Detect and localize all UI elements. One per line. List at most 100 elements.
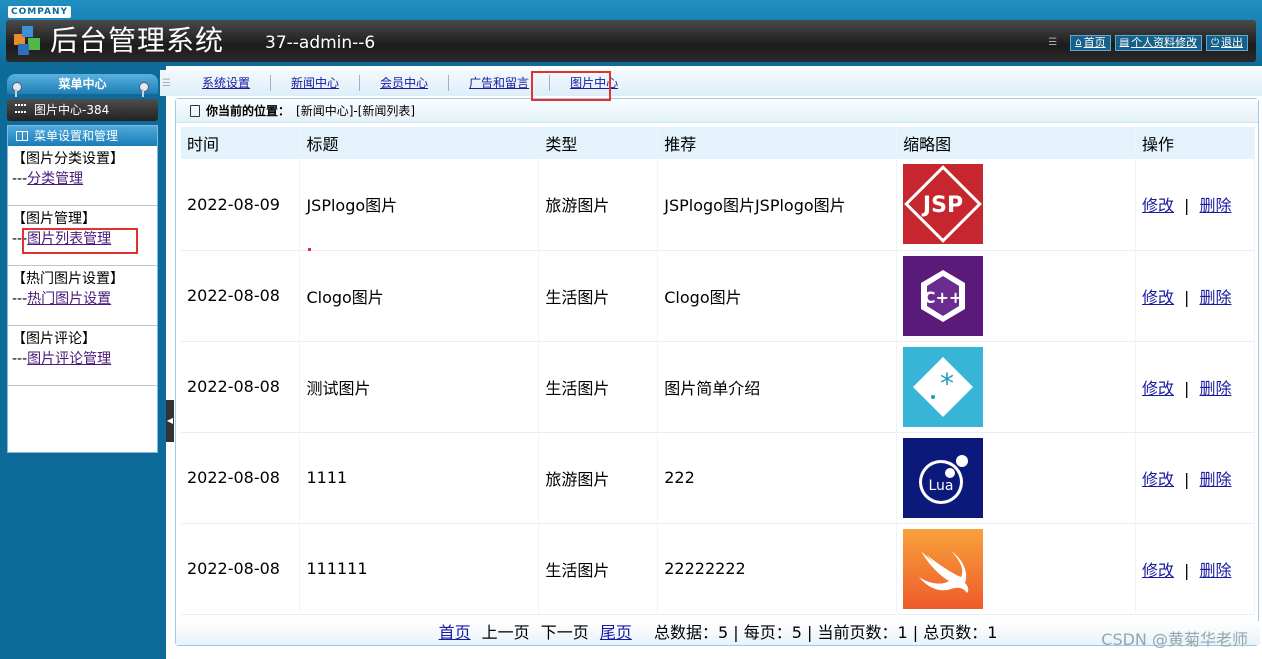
cell-title: JSPlogo图片 xyxy=(299,159,540,250)
sidebar-link-comments[interactable]: 图片评论管理 xyxy=(27,351,111,367)
company-badge: COMPANY xyxy=(8,6,71,18)
tab-label[interactable]: 新闻中心 xyxy=(291,76,339,90)
delete-link[interactable]: 删除 xyxy=(1199,379,1231,398)
table-row: 2022-08-08 测试图片 生活图片 图片简单介绍 * 修改 | 删除 xyxy=(181,341,1255,432)
sidebar-group-line: ---热门图片设置 xyxy=(12,289,157,309)
red-dot xyxy=(308,248,311,251)
first-page-link[interactable]: 首页 xyxy=(439,623,471,642)
sidebar-prefix: --- xyxy=(12,351,28,367)
cell-date: 2022-08-08 xyxy=(181,250,301,341)
column-header-thumbnail: 缩略图 xyxy=(896,127,1137,159)
book-icon xyxy=(16,131,28,141)
delete-link[interactable]: 删除 xyxy=(1199,288,1231,307)
cell-title: 111111 xyxy=(299,523,540,614)
current-module: 图片中心-384 xyxy=(7,99,158,121)
tab-member-center[interactable]: 会员中心 xyxy=(360,75,450,91)
breadcrumb: 你当前的位置： [新闻中心]-[新闻列表] xyxy=(176,99,1258,123)
document-icon xyxy=(190,104,200,117)
sidebar-group-comments: 【图片评论】 ---图片评论管理 xyxy=(8,326,157,386)
cell-title: Clogo图片 xyxy=(299,250,540,341)
cell-thumbnail: C++ xyxy=(896,250,1137,341)
sidebar-prefix: --- xyxy=(12,291,28,307)
home-label: 首页 xyxy=(1083,36,1106,49)
delete-link[interactable]: 删除 xyxy=(1199,196,1231,215)
lua-logo-thumbnail[interactable]: Lua xyxy=(903,437,984,518)
cell-recommend: 图片简单介绍 xyxy=(657,341,898,432)
top-tabs: ☰ 系统设置 新闻中心 会员中心 广告和留言 图片中心 xyxy=(160,70,1262,96)
edit-link[interactable]: 修改 xyxy=(1142,470,1174,489)
cell-recommend: 22222222 xyxy=(657,523,898,614)
profile-edit-button[interactable]: ▤ 个人资料修改 xyxy=(1114,35,1203,51)
jsp-logo-thumbnail[interactable]: JSP xyxy=(903,164,984,245)
edit-link[interactable]: 修改 xyxy=(1142,196,1174,215)
table-row: 2022-08-08 111111 生活图片 22222222 修改 | 删除 xyxy=(181,523,1255,614)
star-logo-thumbnail[interactable]: * xyxy=(903,346,984,427)
cell-type: 生活图片 xyxy=(538,523,659,614)
sidebar-link-hot-images[interactable]: 热门图片设置 xyxy=(27,291,111,307)
sidebar-group-title: 【图片分类设置】 xyxy=(12,151,124,167)
sidebar-group-line: ---图片评论管理 xyxy=(12,349,157,369)
svg-text:*: * xyxy=(940,367,954,400)
pagination-summary: 总数据：5 | 每页：5 | 当前页数：1 | 总页数：1 xyxy=(654,623,998,642)
separator: | xyxy=(1184,287,1190,307)
sidebar-group-hot: 【热门图片设置】 ---热门图片设置 xyxy=(8,266,157,326)
sidebar-group-title: 【图片评论】 xyxy=(12,331,96,347)
image-table: 时间 标题 类型 推荐 缩略图 操作 2022-08-09 JSPlogo图片 … xyxy=(181,127,1255,615)
cell-thumbnail: Lua xyxy=(896,432,1137,523)
pin-icon xyxy=(12,82,22,97)
column-header-actions: 操作 xyxy=(1135,127,1255,159)
collapse-sidebar-handle[interactable]: ◀ xyxy=(166,400,174,442)
prev-page-link[interactable]: 上一页 xyxy=(482,623,530,642)
edit-link[interactable]: 修改 xyxy=(1142,561,1174,580)
current-module-label: 图片中心-384 xyxy=(34,103,110,117)
tab-news-center[interactable]: 新闻中心 xyxy=(271,75,361,91)
cube-logo-icon xyxy=(14,26,40,55)
edit-link[interactable]: 修改 xyxy=(1142,288,1174,307)
sidebar-link-category-manage[interactable]: 分类管理 xyxy=(27,171,83,187)
sidebar-group-title: 【热门图片设置】 xyxy=(12,271,124,287)
sidebar-title: 菜单中心 xyxy=(7,74,158,94)
table-row: 2022-08-09 JSPlogo图片 旅游图片 JSPlogo图片JSPlo… xyxy=(181,159,1255,250)
cpp-logo-thumbnail[interactable]: C++ xyxy=(903,255,984,336)
sidebar: 菜单中心 图片中心-384 菜单设置和管理 【图片分类设置】 --- 分类管理 【… xyxy=(0,66,166,659)
column-header-title: 标题 xyxy=(299,127,540,159)
power-icon: ⏻ xyxy=(1211,37,1219,48)
cell-recommend: 222 xyxy=(657,432,898,523)
main-content: 你当前的位置： [新闻中心]-[新闻列表] 时间 标题 类型 推荐 缩略图 操作… xyxy=(175,98,1260,646)
highlight-box-image-list-link xyxy=(22,228,138,254)
cell-recommend: JSPlogo图片JSPlogo图片 xyxy=(657,159,898,250)
cell-actions: 修改 | 删除 xyxy=(1135,432,1255,523)
separator: | xyxy=(1184,196,1190,216)
cell-actions: 修改 | 删除 xyxy=(1135,250,1255,341)
cell-type: 旅游图片 xyxy=(538,159,659,250)
separator: | xyxy=(1184,469,1190,489)
user-info: 37--admin--6 xyxy=(265,33,376,53)
swift-logo-thumbnail[interactable] xyxy=(903,528,984,609)
cell-type: 生活图片 xyxy=(538,250,659,341)
next-page-link[interactable]: 下一页 xyxy=(541,623,589,642)
tab-label[interactable]: 系统设置 xyxy=(202,76,250,90)
delete-link[interactable]: 删除 xyxy=(1199,561,1231,580)
sidebar-panel-header: 菜单设置和管理 xyxy=(8,126,157,146)
cell-recommend: Clogo图片 xyxy=(657,250,898,341)
edit-link[interactable]: 修改 xyxy=(1142,379,1174,398)
cell-thumbnail: JSP xyxy=(896,159,1137,250)
breadcrumb-label: 你当前的位置： xyxy=(206,104,291,118)
table-row: 2022-08-08 1111 旅游图片 222 Lua 修改 | 删除 xyxy=(181,432,1255,523)
last-page-link[interactable]: 尾页 xyxy=(600,623,632,642)
column-header-time: 时间 xyxy=(181,127,301,159)
breadcrumb-path: [新闻中心]-[新闻列表] xyxy=(296,104,416,118)
sidebar-menu-panel: 菜单设置和管理 【图片分类设置】 ---分类管理 【图片管理】 ---图片列表管… xyxy=(7,125,158,453)
sidebar-panel-title: 菜单设置和管理 xyxy=(34,129,119,143)
tab-label[interactable]: 会员中心 xyxy=(380,76,428,90)
document-icon: ▤ xyxy=(1119,37,1130,48)
home-button[interactable]: ⌂ 首页 xyxy=(1070,35,1111,51)
cell-actions: 修改 | 删除 xyxy=(1135,341,1255,432)
tab-label[interactable]: 广告和留言 xyxy=(469,76,529,90)
logout-button[interactable]: ⏻ 退出 xyxy=(1206,35,1248,51)
cell-actions: 修改 | 删除 xyxy=(1135,523,1255,614)
app-title: 后台管理系统 xyxy=(50,24,225,57)
tab-system-settings[interactable]: 系统设置 xyxy=(182,75,272,91)
delete-link[interactable]: 删除 xyxy=(1199,470,1231,489)
separator: | xyxy=(1184,378,1190,398)
